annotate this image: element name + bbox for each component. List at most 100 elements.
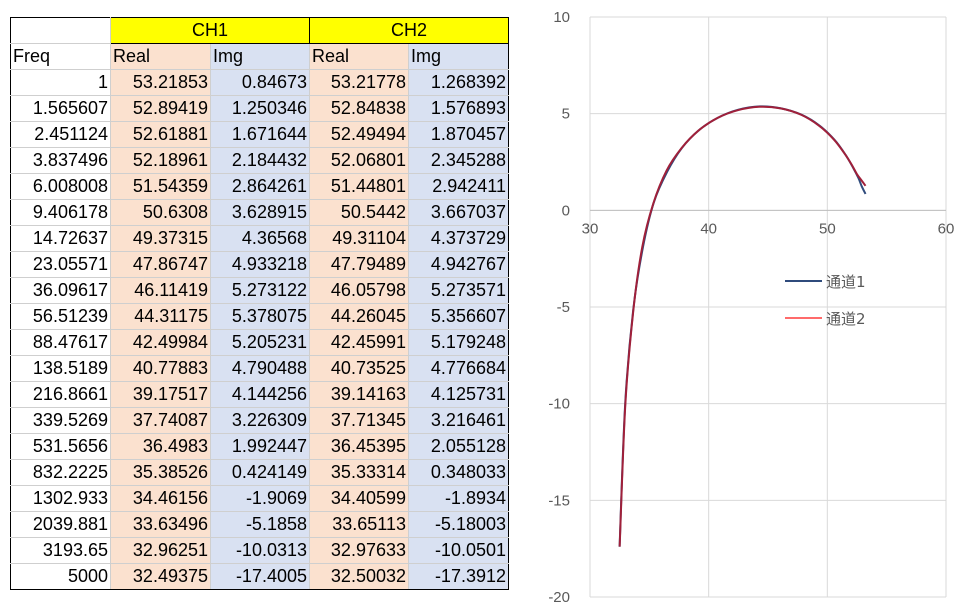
table-cell[interactable]: 2.864261 xyxy=(210,173,310,200)
table-cell[interactable]: 23.05571 xyxy=(10,251,111,278)
table-cell[interactable]: 36.45395 xyxy=(309,433,409,460)
table-cell[interactable]: 52.49494 xyxy=(309,121,409,148)
table-cell[interactable]: 52.18961 xyxy=(110,147,211,174)
table-cell[interactable]: 2.184432 xyxy=(210,147,310,174)
table-cell[interactable]: 4.36568 xyxy=(210,225,310,252)
table-cell[interactable]: 0.84673 xyxy=(210,69,310,96)
column-header-freq[interactable]: Freq xyxy=(10,43,111,70)
table-cell[interactable]: 39.14163 xyxy=(309,381,409,408)
table-cell[interactable]: 4.942767 xyxy=(408,251,509,278)
table-cell[interactable]: 40.73525 xyxy=(309,355,409,382)
table-cell[interactable]: 1302.933 xyxy=(10,485,111,512)
table-cell[interactable]: 46.11419 xyxy=(110,277,211,304)
table-cell[interactable]: 138.5189 xyxy=(10,355,111,382)
table-cell[interactable]: -1.8934 xyxy=(408,485,509,512)
table-cell[interactable]: 2.345288 xyxy=(408,147,509,174)
table-cell[interactable]: 5.179248 xyxy=(408,329,509,356)
table-cell[interactable]: 33.65113 xyxy=(309,511,409,538)
table-cell[interactable]: 3.667037 xyxy=(408,199,509,226)
table-cell[interactable]: 3.226309 xyxy=(210,407,310,434)
table-cell[interactable]: 1.565607 xyxy=(10,95,111,122)
table-cell[interactable]: 1.250346 xyxy=(210,95,310,122)
table-cell[interactable]: 216.8661 xyxy=(10,381,111,408)
table-cell[interactable]: 4.144256 xyxy=(210,381,310,408)
column-header-img[interactable]: Img xyxy=(210,43,310,70)
table-cell[interactable]: 37.74087 xyxy=(110,407,211,434)
table-cell[interactable]: 56.51239 xyxy=(10,303,111,330)
table-cell[interactable]: 53.21853 xyxy=(110,69,211,96)
table-cell[interactable]: 34.40599 xyxy=(309,485,409,512)
table-cell[interactable]: 33.63496 xyxy=(110,511,211,538)
table-cell[interactable]: 14.72637 xyxy=(10,225,111,252)
table-cell[interactable]: 3193.65 xyxy=(10,537,111,564)
table-cell[interactable]: 4.776684 xyxy=(408,355,509,382)
column-header-real[interactable]: Real xyxy=(309,43,409,70)
table-cell[interactable]: 5000 xyxy=(10,563,111,590)
table-cell[interactable]: 52.89419 xyxy=(110,95,211,122)
table-cell[interactable]: 4.933218 xyxy=(210,251,310,278)
table-cell[interactable]: 52.06801 xyxy=(309,147,409,174)
table-cell[interactable]: 35.38526 xyxy=(110,459,211,486)
table-cell[interactable]: 3.628915 xyxy=(210,199,310,226)
table-cell[interactable]: 5.273571 xyxy=(408,277,509,304)
table-cell[interactable]: 339.5269 xyxy=(10,407,111,434)
table-cell[interactable]: -10.0313 xyxy=(210,537,310,564)
table-cell[interactable]: 5.356607 xyxy=(408,303,509,330)
table-cell[interactable]: 4.125731 xyxy=(408,381,509,408)
corner-cell[interactable] xyxy=(10,17,111,44)
table-cell[interactable]: 36.09617 xyxy=(10,277,111,304)
table-cell[interactable]: 40.77883 xyxy=(110,355,211,382)
table-cell[interactable]: 1 xyxy=(10,69,111,96)
table-cell[interactable]: 5.378075 xyxy=(210,303,310,330)
table-cell[interactable]: 46.05798 xyxy=(309,277,409,304)
table-cell[interactable]: 35.33314 xyxy=(309,459,409,486)
table-cell[interactable]: 44.31175 xyxy=(110,303,211,330)
table-cell[interactable]: 88.47617 xyxy=(10,329,111,356)
table-cell[interactable]: 531.5656 xyxy=(10,433,111,460)
table-cell[interactable]: 44.26045 xyxy=(309,303,409,330)
table-cell[interactable]: -1.9069 xyxy=(210,485,310,512)
table-cell[interactable]: 39.17517 xyxy=(110,381,211,408)
table-cell[interactable]: 4.373729 xyxy=(408,225,509,252)
table-cell[interactable]: -17.4005 xyxy=(210,563,310,590)
table-cell[interactable]: -5.1858 xyxy=(210,511,310,538)
table-cell[interactable]: 36.4983 xyxy=(110,433,211,460)
table-cell[interactable]: 4.790488 xyxy=(210,355,310,382)
table-cell[interactable]: 1.268392 xyxy=(408,69,509,96)
table-cell[interactable]: 9.406178 xyxy=(10,199,111,226)
table-cell[interactable]: 51.44801 xyxy=(309,173,409,200)
table-cell[interactable]: -17.3912 xyxy=(408,563,509,590)
table-cell[interactable]: 32.50032 xyxy=(309,563,409,590)
table-cell[interactable]: 47.86747 xyxy=(110,251,211,278)
table-cell[interactable]: 0.348033 xyxy=(408,459,509,486)
table-cell[interactable]: 1.671644 xyxy=(210,121,310,148)
table-cell[interactable]: 51.54359 xyxy=(110,173,211,200)
table-cell[interactable]: 3.216461 xyxy=(408,407,509,434)
table-cell[interactable]: 32.96251 xyxy=(110,537,211,564)
table-cell[interactable]: 2.942411 xyxy=(408,173,509,200)
table-cell[interactable]: 42.49984 xyxy=(110,329,211,356)
table-cell[interactable]: 1.870457 xyxy=(408,121,509,148)
table-cell[interactable]: 0.424149 xyxy=(210,459,310,486)
table-cell[interactable]: 32.49375 xyxy=(110,563,211,590)
group-header-ch1[interactable]: CH1 xyxy=(110,17,310,44)
table-cell[interactable]: 52.84838 xyxy=(309,95,409,122)
table-cell[interactable]: 1.992447 xyxy=(210,433,310,460)
table-cell[interactable]: 52.61881 xyxy=(110,121,211,148)
table-cell[interactable]: 2.055128 xyxy=(408,433,509,460)
table-cell[interactable]: 34.46156 xyxy=(110,485,211,512)
table-cell[interactable]: 49.37315 xyxy=(110,225,211,252)
table-cell[interactable]: 53.21778 xyxy=(309,69,409,96)
table-cell[interactable]: 1.576893 xyxy=(408,95,509,122)
table-cell[interactable]: 6.008008 xyxy=(10,173,111,200)
table-cell[interactable]: 42.45991 xyxy=(309,329,409,356)
table-cell[interactable]: 5.273122 xyxy=(210,277,310,304)
table-cell[interactable]: -10.0501 xyxy=(408,537,509,564)
table-cell[interactable]: 32.97633 xyxy=(309,537,409,564)
table-cell[interactable]: 50.6308 xyxy=(110,199,211,226)
table-cell[interactable]: 832.2225 xyxy=(10,459,111,486)
column-header-img[interactable]: Img xyxy=(408,43,509,70)
table-cell[interactable]: 3.837496 xyxy=(10,147,111,174)
table-cell[interactable]: 5.205231 xyxy=(210,329,310,356)
table-cell[interactable]: 2.451124 xyxy=(10,121,111,148)
